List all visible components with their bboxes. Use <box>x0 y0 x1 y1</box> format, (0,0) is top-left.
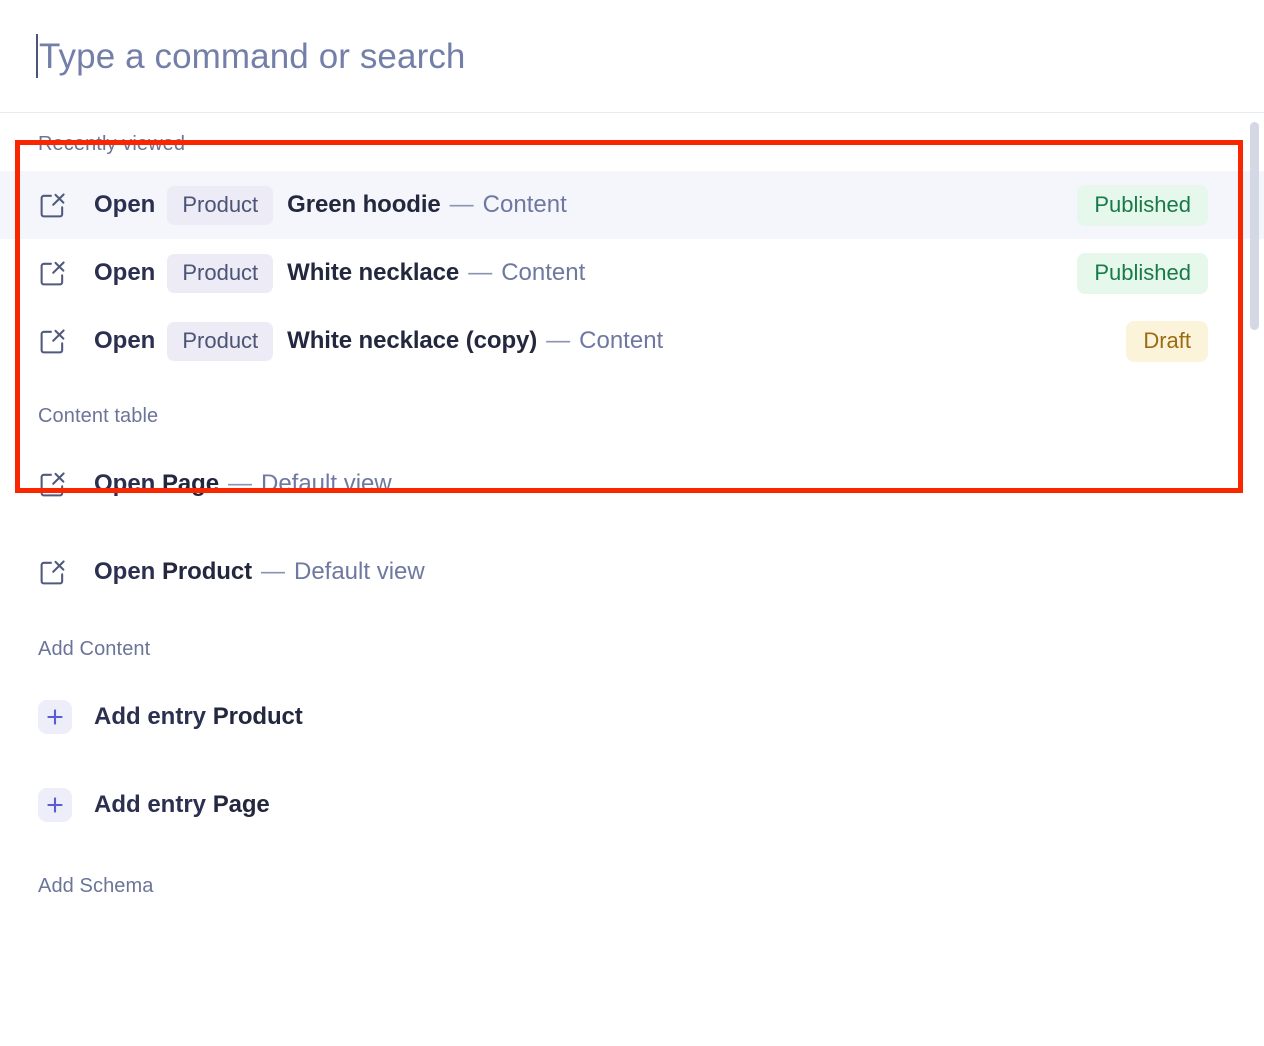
search-placeholder: Type a command or search <box>39 39 465 74</box>
section-header-add-schema: Add Schema <box>0 875 1264 898</box>
row-subtitle: Content <box>579 327 663 355</box>
section-recently-viewed: Recently viewed Open Product Green hoodi… <box>0 113 1264 375</box>
row-verb: Open <box>94 259 155 287</box>
edit-square-icon <box>38 191 94 220</box>
command-row-open-page[interactable]: Open Page — Default view <box>0 450 1264 518</box>
command-row-label: Open Page — Default view <box>94 470 392 498</box>
scrollbar-thumb[interactable] <box>1250 122 1259 330</box>
result-row-green-hoodie[interactable]: Open Product Green hoodie — Content Publ… <box>0 171 1264 239</box>
section-header-recently-viewed: Recently viewed <box>0 113 1264 171</box>
schema-chip: Product <box>167 322 273 361</box>
result-row-label: Open Product White necklace — Content <box>94 254 585 293</box>
row-dash: — <box>261 558 285 586</box>
schema-chip: Product <box>167 254 273 293</box>
text-cursor <box>36 34 38 78</box>
result-row-label: Open Product Green hoodie — Content <box>94 186 567 225</box>
row-verb: Open <box>94 470 155 498</box>
row-title: Product <box>213 703 303 731</box>
search-input[interactable]: Type a command or search <box>36 34 1228 78</box>
result-row-white-necklace-copy[interactable]: Open Product White necklace (copy) — Con… <box>0 307 1264 375</box>
edit-square-icon <box>38 327 94 356</box>
command-row-label: Add entry Product <box>94 703 303 731</box>
row-title: White necklace (copy) <box>287 327 537 355</box>
plus-icon-slot <box>38 700 94 734</box>
row-verb: Open <box>94 327 155 355</box>
command-row-add-entry-page[interactable]: Add entry Page <box>0 771 1264 839</box>
section-header-add-content: Add Content <box>0 638 1264 661</box>
section-header-content-table: Content table <box>0 405 1264 428</box>
section-content-table: Content table Open Page — Default view <box>0 375 1264 606</box>
status-badge: Draft <box>1126 321 1208 362</box>
command-row-label: Open Product — Default view <box>94 558 425 586</box>
row-title: Green hoodie <box>287 191 441 219</box>
command-row-add-entry-product[interactable]: Add entry Product <box>0 683 1264 751</box>
result-row-label: Open Product White necklace (copy) — Con… <box>94 322 663 361</box>
row-dash: — <box>468 259 492 287</box>
plus-icon <box>38 700 72 734</box>
row-verb: Open <box>94 558 155 586</box>
row-verb: Open <box>94 191 155 219</box>
results-list: Recently viewed Open Product Green hoodi… <box>0 113 1264 1046</box>
row-title: Product <box>162 558 252 586</box>
row-subtitle: Content <box>483 191 567 219</box>
search-header: Type a command or search <box>0 0 1264 113</box>
result-row-white-necklace[interactable]: Open Product White necklace — Content Pu… <box>0 239 1264 307</box>
row-dash: — <box>450 191 474 219</box>
row-verb: Add entry <box>94 703 206 731</box>
row-subtitle: Content <box>501 259 585 287</box>
section-add-schema: Add Schema <box>0 839 1264 898</box>
row-dash: — <box>228 470 252 498</box>
edit-square-icon <box>38 558 94 587</box>
status-badge: Published <box>1077 253 1208 294</box>
plus-icon-slot <box>38 788 94 822</box>
command-row-label: Add entry Page <box>94 791 270 819</box>
command-row-open-product[interactable]: Open Product — Default view <box>0 538 1264 606</box>
command-palette: Type a command or search Recently viewed… <box>0 0 1264 1046</box>
row-title: White necklace <box>287 259 459 287</box>
row-subtitle: Default view <box>294 558 425 586</box>
schema-chip: Product <box>167 186 273 225</box>
edit-square-icon <box>38 470 94 499</box>
row-verb: Add entry <box>94 791 206 819</box>
row-title: Page <box>213 791 270 819</box>
row-title: Page <box>162 470 219 498</box>
plus-icon <box>38 788 72 822</box>
section-add-content: Add Content Add entry Product <box>0 606 1264 839</box>
status-badge: Published <box>1077 185 1208 226</box>
edit-square-icon <box>38 259 94 288</box>
row-subtitle: Default view <box>261 470 392 498</box>
row-dash: — <box>546 327 570 355</box>
